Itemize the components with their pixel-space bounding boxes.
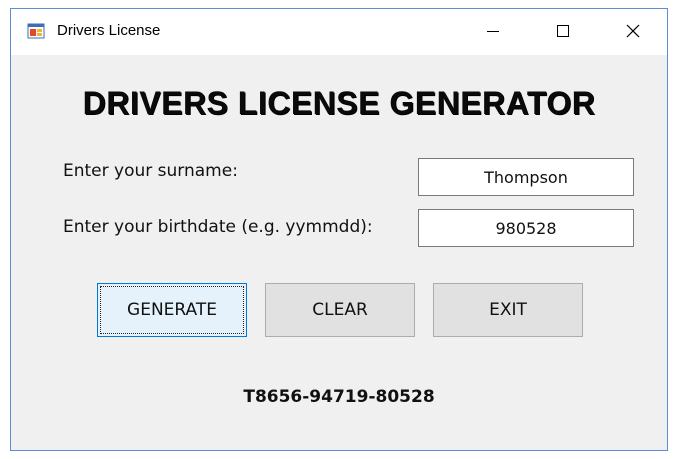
minimize-icon <box>486 23 500 42</box>
title-bar[interactable]: Drivers License <box>11 9 667 55</box>
exit-button[interactable]: EXIT <box>433 283 583 337</box>
app-icon <box>27 22 45 40</box>
generate-button[interactable]: GENERATE <box>97 283 247 337</box>
birthdate-input[interactable] <box>418 209 634 247</box>
window-title: Drivers License <box>57 22 161 39</box>
birthdate-label: Enter your birthdate (e.g. yymmdd): <box>63 217 373 237</box>
close-icon <box>626 23 640 42</box>
minimize-button[interactable] <box>463 9 523 55</box>
close-button[interactable] <box>603 9 663 55</box>
page-title: DRIVERS LICENSE GENERATOR <box>82 85 596 121</box>
clear-button[interactable]: CLEAR <box>265 283 415 337</box>
license-number-output: T8656-94719-80528 <box>243 387 435 407</box>
surname-input[interactable] <box>418 158 634 196</box>
app-window: Drivers License DRIVERS LICENSE GENERATO… <box>10 8 668 451</box>
surname-label: Enter your surname: <box>63 161 238 181</box>
maximize-button[interactable] <box>533 9 593 55</box>
maximize-icon <box>556 23 570 42</box>
